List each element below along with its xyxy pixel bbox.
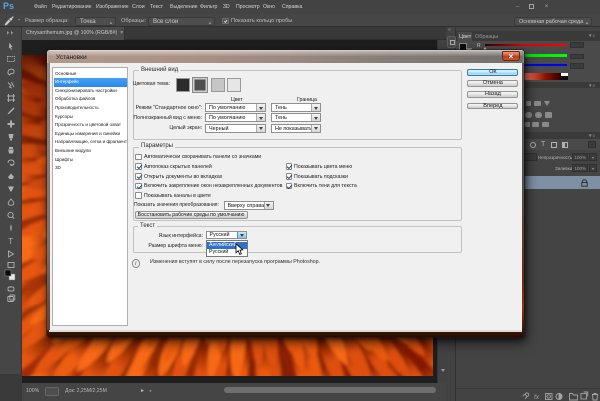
svg-text:fx: fx: [534, 394, 540, 401]
svg-text:T: T: [8, 237, 13, 246]
